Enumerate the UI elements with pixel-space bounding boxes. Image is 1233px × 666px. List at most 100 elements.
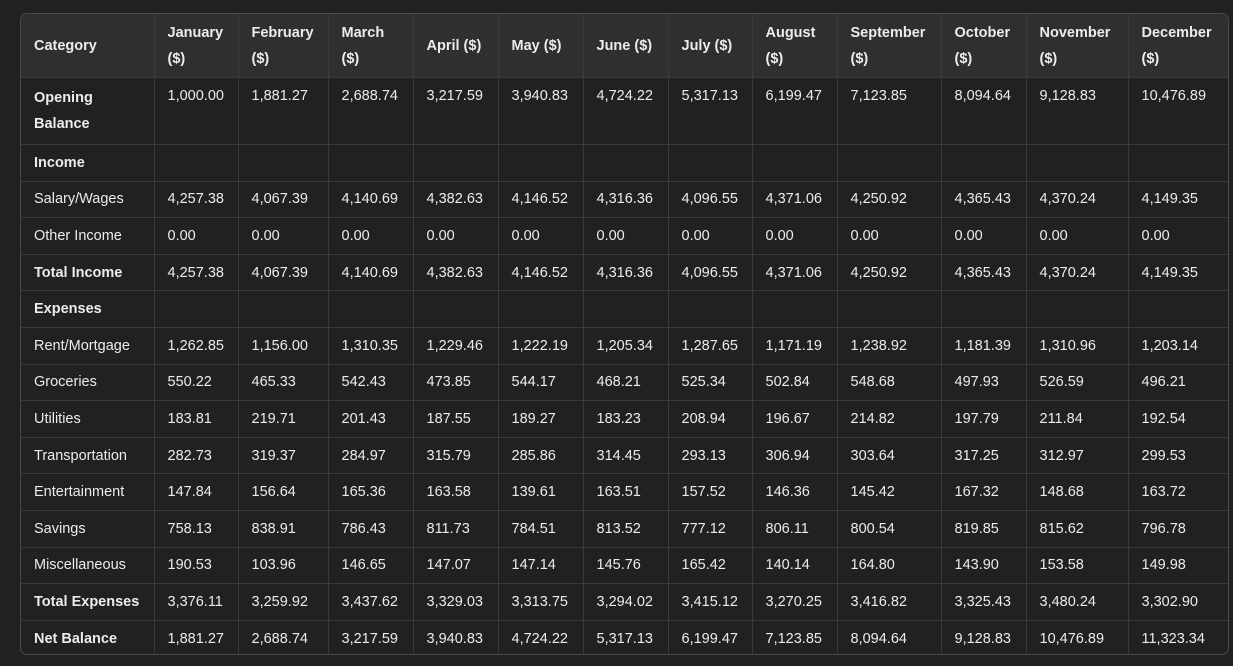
column-header-march: March ($): [327, 14, 414, 78]
table-cell: 0.00: [1127, 217, 1228, 255]
table-cell: 0.00: [153, 217, 239, 255]
table-cell: 496.21: [1127, 363, 1228, 402]
table-cell: [582, 144, 669, 182]
table-cell: [582, 290, 669, 328]
table-cell: 4,724.22: [497, 619, 584, 654]
column-header-august: August ($): [751, 14, 838, 78]
table-cell: 526.59: [1025, 363, 1129, 402]
table-cell: 758.13: [153, 509, 239, 548]
row-category-label: Transportation: [21, 436, 155, 475]
table-cell: [836, 290, 942, 328]
table-cell: 4,140.69: [327, 253, 414, 292]
table-cell: 10,476.89: [1127, 77, 1228, 145]
table-cell: 4,149.35: [1127, 253, 1228, 292]
table-cell: 3,313.75: [497, 583, 584, 621]
table-cell: 314.45: [582, 436, 669, 475]
table-cell: [1025, 144, 1129, 182]
table-cell: 1,881.27: [153, 619, 239, 654]
table-cell: 146.36: [751, 473, 838, 511]
table-header: Category January ($) February ($) March …: [21, 14, 1228, 78]
table-cell: 815.62: [1025, 509, 1129, 548]
table-cell: 211.84: [1025, 400, 1129, 438]
column-header-january: January ($): [153, 14, 239, 78]
table-cell: 1,203.14: [1127, 326, 1228, 365]
table-cell: 148.68: [1025, 473, 1129, 511]
table-cell: 0.00: [327, 217, 414, 255]
table-cell: 3,415.12: [667, 583, 753, 621]
table-cell: 544.17: [497, 363, 584, 402]
table-cell: 525.34: [667, 363, 753, 402]
row-category-label: Expenses: [21, 290, 155, 328]
table-cell: [153, 144, 239, 182]
table-cell: 3,480.24: [1025, 583, 1129, 621]
table-body: Opening Balance 1,000.00 1,881.27 2,688.74 3…: [21, 77, 1228, 654]
table-cell: 4,382.63: [412, 180, 499, 219]
table-cell: 806.11: [751, 509, 838, 548]
table-cell: 7,123.85: [836, 77, 942, 145]
row-category-label: Miscellaneous: [21, 546, 155, 585]
table-cell: [237, 290, 329, 328]
table-cell: 146.65: [327, 546, 414, 585]
table-cell: 183.81: [153, 400, 239, 438]
table-cell: 145.42: [836, 473, 942, 511]
table-cell: 143.90: [940, 546, 1027, 585]
table-row: Rent/Mortgage 1,262.85 1,156.00 1,310.35 1,2…: [21, 326, 1228, 365]
table-cell: 163.58: [412, 473, 499, 511]
table-cell: 4,316.36: [582, 253, 669, 292]
column-header-december: December ($): [1127, 14, 1228, 78]
table-cell: 4,316.36: [582, 180, 669, 219]
table-cell: 306.94: [751, 436, 838, 475]
table-cell: 1,156.00: [237, 326, 329, 365]
table-cell: 164.80: [836, 546, 942, 585]
table-cell: 167.32: [940, 473, 1027, 511]
table-cell: 190.53: [153, 546, 239, 585]
table-cell: 777.12: [667, 509, 753, 548]
table-cell: 11,323.34: [1127, 619, 1228, 654]
table-row: Opening Balance 1,000.00 1,881.27 2,688.74 3…: [21, 77, 1228, 145]
table-cell: 3,329.03: [412, 583, 499, 621]
table-cell: 1,229.46: [412, 326, 499, 365]
row-category-label: Salary/Wages: [21, 180, 155, 219]
column-header-april: April ($): [412, 14, 499, 78]
table-row: Net Balance 1,881.27 2,688.74 3,217.59 3,940…: [21, 619, 1228, 654]
table-cell: 165.36: [327, 473, 414, 511]
table-cell: [836, 144, 942, 182]
table-cell: 3,940.83: [412, 619, 499, 654]
row-category-label: Rent/Mortgage: [21, 326, 155, 365]
table-cell: [327, 144, 414, 182]
table-cell: 317.25: [940, 436, 1027, 475]
table-row: Income: [21, 144, 1228, 182]
table-row: Total Expenses 3,376.11 3,259.92 3,437.62 3,…: [21, 583, 1228, 621]
table-cell: 0.00: [836, 217, 942, 255]
column-header-july: July ($): [667, 14, 753, 78]
table-cell: 542.43: [327, 363, 414, 402]
table-cell: 282.73: [153, 436, 239, 475]
table-cell: 3,325.43: [940, 583, 1027, 621]
table-cell: 197.79: [940, 400, 1027, 438]
table-cell: [327, 290, 414, 328]
table-cell: 1,310.35: [327, 326, 414, 365]
table-cell: [1025, 290, 1129, 328]
table-cell: 813.52: [582, 509, 669, 548]
column-header-category: Category: [21, 14, 155, 78]
table-cell: 4,149.35: [1127, 180, 1228, 219]
table-cell: 3,217.59: [327, 619, 414, 654]
table-row: Salary/Wages 4,257.38 4,067.39 4,140.69 4,38…: [21, 180, 1228, 219]
table-cell: 0.00: [667, 217, 753, 255]
table-cell: [940, 290, 1027, 328]
row-category-label: Savings: [21, 509, 155, 548]
table-cell: 147.14: [497, 546, 584, 585]
table-cell: [497, 290, 584, 328]
table-cell: 468.21: [582, 363, 669, 402]
table-cell: 4,371.06: [751, 253, 838, 292]
table-row: Savings 758.13 838.91 786.43 811.73 784.51 813…: [21, 509, 1228, 548]
table-cell: 157.52: [667, 473, 753, 511]
table-cell: 4,382.63: [412, 253, 499, 292]
table-cell: 183.23: [582, 400, 669, 438]
column-header-february: February ($): [237, 14, 329, 78]
table-cell: 140.14: [751, 546, 838, 585]
table-cell: [940, 144, 1027, 182]
table-cell: 550.22: [153, 363, 239, 402]
table-cell: 214.82: [836, 400, 942, 438]
table-cell: 0.00: [751, 217, 838, 255]
